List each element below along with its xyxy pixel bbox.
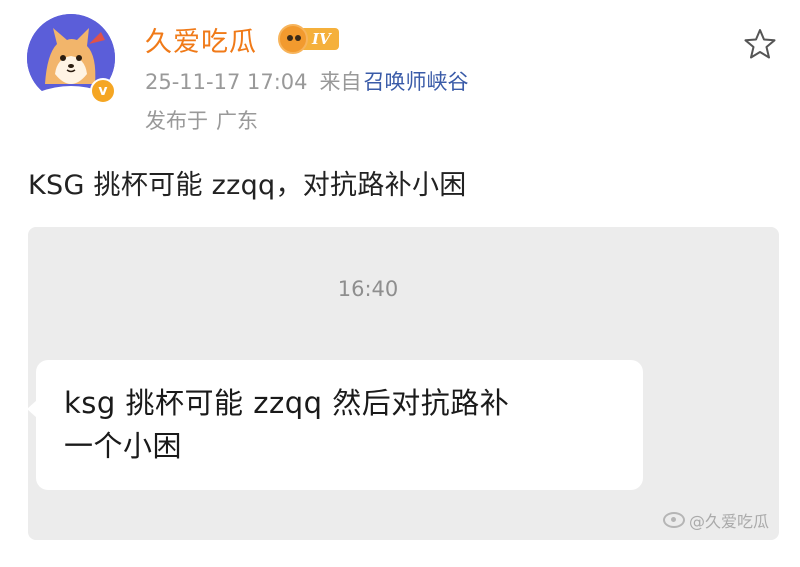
location-label: 发布于 [145,109,208,133]
post-meta: 25-11-17 17:04 来自召唤师峡谷 [145,66,469,96]
watermark-text: @久爱吃瓜 [688,512,769,531]
post-image[interactable]: 16:40 ksg 挑杯可能 zzqq 然后对抗路补 一个小困 @久爱吃瓜 [27,227,779,540]
location-value: 广东 [216,109,258,133]
chat-message-line-1: ksg 挑杯可能 zzqq 然后对抗路补 [64,386,510,420]
weibo-post: v 久爱吃瓜 IV 25-11-17 17:04 来自召唤师峡谷 发布于 广东 KS… [0,0,800,567]
chat-message-line-2: 一个小困 [64,429,183,463]
fan-badge-icon [278,24,308,54]
source-link[interactable]: 召唤师峡谷 [364,70,469,94]
image-watermark: @久爱吃瓜 [662,508,769,532]
post-timestamp: 25-11-17 17:04 [145,70,308,94]
fan-level-badge[interactable]: IV [278,24,339,54]
star-icon[interactable] [742,26,778,62]
verified-badge-icon: v [90,78,116,104]
post-text: KSG 挑杯可能 zzqq，对抗路补小困 [28,170,467,201]
from-label: 来自 [319,70,362,94]
chat-timestamp: 16:40 [337,277,399,301]
username[interactable]: 久爱吃瓜 [145,20,257,59]
chat-bubble: ksg 挑杯可能 zzqq 然后对抗路补 一个小困 [27,360,643,490]
weibo-logo-icon [662,512,685,528]
post-location: 发布于 广东 [145,105,258,135]
